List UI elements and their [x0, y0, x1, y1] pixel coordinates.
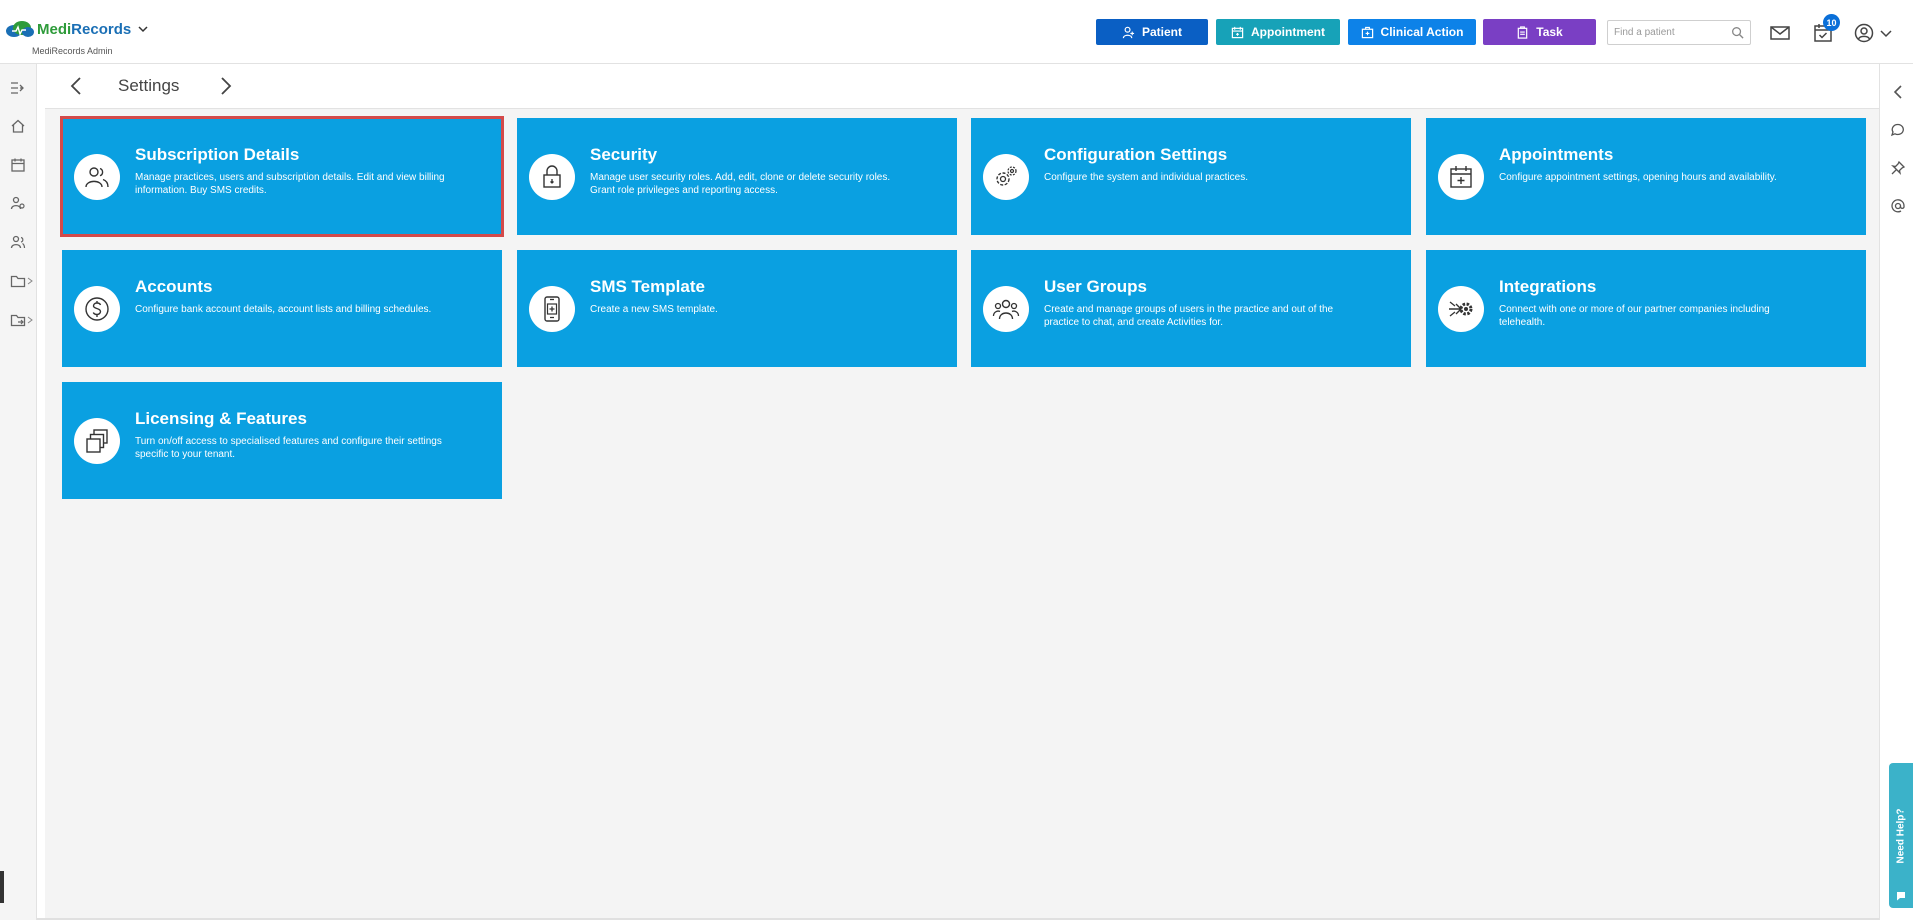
home-icon[interactable]: [10, 118, 26, 134]
top-header: MediRecords MediRecords Admin Patient Ap…: [0, 0, 1913, 64]
main-content: Settings Subscription Details Manage pra…: [45, 64, 1879, 920]
patients-icon[interactable]: [10, 195, 26, 211]
layers-icon: [86, 429, 108, 453]
need-help-label: Need Help?: [1895, 807, 1907, 864]
card-icon-circle: [1438, 286, 1484, 332]
brand-name: MediRecords: [37, 20, 132, 38]
card-icon-circle: [74, 286, 120, 332]
at-mention-icon[interactable]: [1890, 198, 1906, 214]
contacts-icon[interactable]: [10, 234, 26, 250]
page-title: Settings: [118, 76, 180, 95]
calendar-plus-icon: [1450, 166, 1472, 188]
expand-menu-icon[interactable]: [10, 80, 26, 96]
card-title: Security: [590, 145, 658, 164]
folder-icon[interactable]: [10, 273, 26, 289]
task-count-badge: 10: [1823, 14, 1840, 31]
card-icon-circle: [74, 154, 120, 200]
appointment-button-label: Appointment: [1251, 25, 1325, 39]
task-button[interactable]: Task: [1483, 19, 1596, 45]
add-user-icon: [1122, 26, 1135, 38]
settings-card-security[interactable]: Security Manage user security roles. Add…: [517, 118, 957, 235]
patient-search: [1607, 20, 1751, 45]
back-arrow-icon[interactable]: [67, 76, 87, 96]
forward-arrow-icon[interactable]: [215, 76, 235, 96]
users-icon: [85, 167, 109, 188]
card-title: Accounts: [135, 277, 213, 296]
card-title: Configuration Settings: [1044, 145, 1228, 164]
integration-icon: [1449, 301, 1473, 317]
task-button-label: Task: [1536, 25, 1563, 39]
folder-export-icon[interactable]: [10, 312, 26, 328]
card-title: Integrations: [1499, 277, 1597, 296]
card-description: Configure bank account details, account …: [135, 304, 432, 315]
dollar-icon: [85, 297, 109, 321]
phone-template-icon: [544, 296, 560, 322]
card-icon-circle: [529, 154, 575, 200]
lock-icon: [543, 165, 561, 188]
gears-icon: [996, 166, 1017, 186]
card-title: Appointments: [1499, 145, 1614, 164]
clinical-action-button[interactable]: Clinical Action: [1348, 19, 1476, 45]
card-icon-circle: [74, 418, 120, 464]
search-icon[interactable]: [1731, 26, 1744, 39]
card-icon-circle: [983, 286, 1029, 332]
appointment-button[interactable]: Appointment: [1216, 19, 1340, 45]
medical-case-icon: [1361, 26, 1373, 38]
card-title: Subscription Details: [135, 145, 300, 164]
page-title-bar: Settings: [45, 64, 1879, 109]
clinical-action-button-label: Clinical Action: [1380, 25, 1464, 39]
cloud-logo-icon: [6, 21, 34, 37]
card-icon-circle: [983, 154, 1029, 200]
calendar-icon: [1231, 26, 1244, 38]
card-description: Manage user security roles. Add, edit, c…: [590, 172, 891, 196]
help-chat-icon: [1897, 892, 1905, 901]
collapse-left-icon[interactable]: [1890, 84, 1906, 100]
chevron-down-icon[interactable]: [1879, 22, 1893, 44]
settings-card-licensing-features[interactable]: Licensing & Features Turn on/off access …: [62, 382, 502, 499]
clipboard-icon: [1517, 25, 1528, 39]
card-description: Create and manage groups of users in the…: [1044, 304, 1334, 328]
card-description: Configure appointment settings, opening …: [1499, 172, 1777, 183]
card-title: Licensing & Features: [135, 409, 307, 428]
chevron-right-icon: [27, 277, 33, 285]
calendar-icon[interactable]: [10, 157, 26, 173]
settings-card-sms-template[interactable]: SMS Template Create a new SMS template.: [517, 250, 957, 367]
chat-icon[interactable]: [1890, 122, 1906, 138]
need-help-tab[interactable]: Need Help?: [1889, 763, 1913, 908]
settings-card-subscription-details[interactable]: Subscription Details Manage practices, u…: [60, 116, 504, 237]
chevron-down-icon[interactable]: [137, 23, 149, 35]
card-description: Manage practices, users and subscription…: [135, 172, 445, 196]
card-description: Create a new SMS template.: [590, 304, 718, 315]
card-description: Connect with one or more of our partner …: [1499, 304, 1770, 328]
card-icon-circle: [1438, 154, 1484, 200]
app-logo[interactable]: MediRecords: [4, 20, 149, 38]
chevron-right-icon: [27, 316, 33, 324]
sidebar-scroll-marker[interactable]: [0, 871, 4, 903]
patient-button[interactable]: Patient: [1096, 19, 1208, 45]
settings-card-appointments[interactable]: Appointments Configure appointment setti…: [1426, 118, 1866, 235]
patient-search-input[interactable]: [1608, 21, 1726, 44]
user-account-icon[interactable]: [1853, 22, 1875, 44]
card-description: Configure the system and individual prac…: [1044, 172, 1248, 183]
settings-card-configuration-settings[interactable]: Configuration Settings Configure the sys…: [971, 118, 1411, 235]
card-title: User Groups: [1044, 277, 1147, 296]
settings-card-integrations[interactable]: Integrations Connect with one or more of…: [1426, 250, 1866, 367]
patient-button-label: Patient: [1141, 25, 1182, 39]
card-description: Turn on/off access to specialised featur…: [135, 436, 442, 460]
card-icon-circle: [529, 286, 575, 332]
settings-card-accounts[interactable]: Accounts Configure bank account details,…: [62, 250, 502, 367]
pin-icon[interactable]: [1890, 160, 1906, 176]
user-group-icon: [992, 299, 1020, 320]
app-subtitle: MediRecords Admin: [32, 46, 113, 56]
mail-icon[interactable]: [1769, 22, 1791, 44]
left-sidebar: [0, 64, 37, 920]
settings-card-user-groups[interactable]: User Groups Create and manage groups of …: [971, 250, 1411, 367]
card-title: SMS Template: [590, 277, 705, 296]
